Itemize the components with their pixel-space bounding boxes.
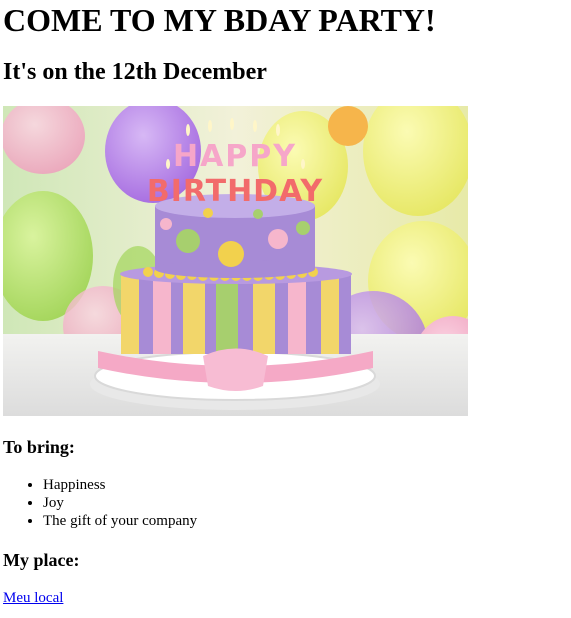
list-item: Joy	[43, 494, 568, 512]
party-date: It's on the 12th December	[3, 59, 267, 85]
list-item: Happiness	[43, 476, 568, 494]
to-bring-heading: To bring:	[3, 437, 75, 457]
page: COME TO MY BDAY PARTY! It's on the 12th …	[0, 0, 571, 618]
location-link[interactable]: Meu local	[3, 589, 63, 607]
svg-text:BIRTHDAY: BIRTHDAY	[147, 174, 324, 209]
to-bring-list: Happiness Joy The gift of your company	[3, 476, 568, 530]
page-title: COME TO MY BDAY PARTY!	[3, 2, 436, 38]
svg-text:HAPPY: HAPPY	[173, 139, 297, 174]
my-place-heading: My place:	[3, 550, 80, 570]
list-item: The gift of your company	[43, 512, 568, 530]
birthday-cake-image: HAPPY BIRTHDAY	[3, 106, 468, 416]
